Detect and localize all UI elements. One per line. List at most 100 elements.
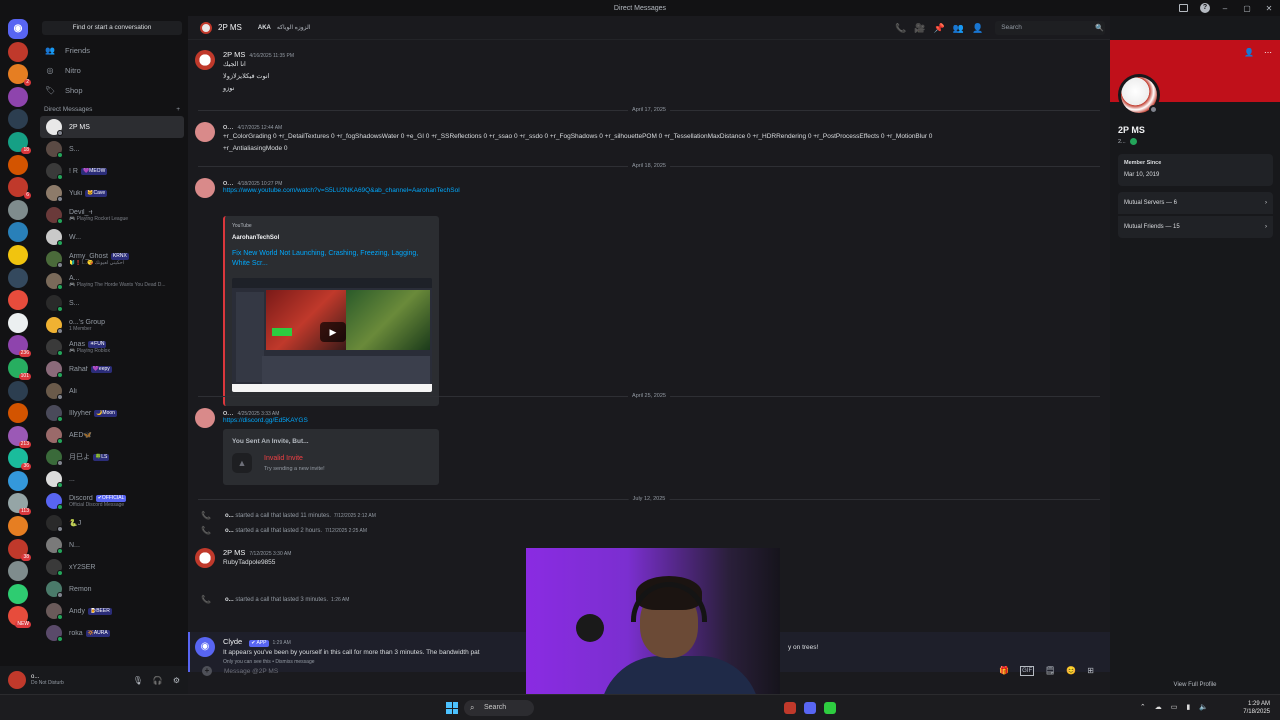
call-user[interactable]: o... bbox=[225, 528, 234, 534]
call-user[interactable]: o... bbox=[225, 513, 234, 519]
network-icon[interactable]: ▭ bbox=[1171, 703, 1178, 711]
server-icon[interactable] bbox=[8, 267, 28, 288]
video-call-icon[interactable]: 🎥 bbox=[914, 23, 925, 34]
call-user[interactable]: o... bbox=[225, 597, 234, 603]
settings-gear-icon[interactable]: ⚙ bbox=[173, 676, 180, 685]
emoji-icon[interactable]: 😊 bbox=[1066, 666, 1076, 676]
add-friends-to-dm-icon[interactable]: 👥 bbox=[953, 23, 964, 34]
server-icon[interactable] bbox=[8, 312, 28, 333]
minimize-button[interactable]: – bbox=[1214, 4, 1236, 13]
dm-item[interactable]: Anas ✳FUN 🎮 Playing Roblox bbox=[40, 336, 184, 358]
search-input[interactable]: Search bbox=[995, 21, 1106, 35]
add-friend-icon[interactable]: 👤 bbox=[1244, 48, 1254, 57]
server-icon[interactable]: 236 bbox=[8, 335, 31, 358]
message-avatar[interactable] bbox=[195, 178, 215, 198]
mutual-friends-row[interactable]: Mutual Friends — 15 › bbox=[1118, 216, 1273, 238]
headphones-icon[interactable]: 🎧 bbox=[153, 676, 163, 685]
server-icon[interactable]: 2 bbox=[8, 64, 31, 87]
server-icon[interactable] bbox=[8, 470, 28, 491]
create-dm-button[interactable]: + bbox=[176, 106, 180, 116]
message-avatar[interactable] bbox=[195, 50, 215, 70]
message-avatar[interactable] bbox=[195, 408, 215, 428]
server-icon[interactable]: 6 bbox=[8, 177, 31, 200]
server-icon[interactable]: 213 bbox=[8, 425, 31, 448]
message-author[interactable]: o... bbox=[223, 408, 233, 417]
dm-item[interactable]: Army_Ghost KRNX 🔰❗I...😘 احكيني لعيونك bbox=[40, 248, 184, 270]
embed-title[interactable]: Fix New World Not Launching, Crashing, F… bbox=[232, 249, 422, 269]
dm-item[interactable]: Yuki 🐱Cave bbox=[40, 182, 184, 204]
video-thumbnail[interactable]: ▶ bbox=[232, 278, 432, 392]
server-icon[interactable]: 36 bbox=[8, 448, 31, 471]
battery-icon[interactable]: ▮ bbox=[1186, 703, 1190, 711]
server-icon[interactable]: 18 bbox=[8, 131, 31, 154]
cloud-icon[interactable]: ☁ bbox=[1155, 703, 1162, 711]
clyde-avatar[interactable]: ◉ bbox=[195, 637, 215, 657]
dm-item[interactable]: o...'s Group 1 Member bbox=[40, 314, 184, 336]
dm-item[interactable]: 🐍J bbox=[40, 512, 184, 534]
message-author[interactable]: o... bbox=[223, 122, 233, 131]
dm-item[interactable]: xY2SER bbox=[40, 556, 184, 578]
message-author[interactable]: 2P MS bbox=[223, 548, 245, 557]
server-icon[interactable] bbox=[8, 290, 28, 311]
message-author[interactable]: o... bbox=[223, 178, 233, 187]
dm-item[interactable]: Rahaf 💜eepy bbox=[40, 358, 184, 380]
message-input[interactable]: Message @2P MS bbox=[224, 668, 278, 675]
dm-item[interactable]: N... bbox=[40, 534, 184, 556]
nav-friends[interactable]: 👥 Friends bbox=[36, 40, 188, 60]
server-icon[interactable]: 38 bbox=[8, 538, 31, 561]
server-icon[interactable] bbox=[8, 222, 28, 243]
server-icon[interactable] bbox=[8, 516, 28, 537]
chevron-up-icon[interactable]: ⌃ bbox=[1140, 703, 1146, 711]
server-icon[interactable] bbox=[8, 41, 28, 62]
message-author[interactable]: 2P MS bbox=[223, 50, 245, 59]
message-link[interactable]: https://discord.gg/Ed5KAYGS bbox=[223, 417, 308, 424]
dm-item[interactable]: W... bbox=[40, 226, 184, 248]
close-button[interactable]: ✕ bbox=[1258, 4, 1280, 13]
voice-call-icon[interactable]: 📞 bbox=[895, 23, 906, 34]
server-icon[interactable] bbox=[8, 583, 28, 604]
server-icon[interactable] bbox=[8, 403, 28, 424]
taskbar-search[interactable]: ⌕ Search bbox=[464, 700, 534, 716]
nav-nitro[interactable]: ◎ Nitro bbox=[36, 60, 188, 80]
message-author[interactable]: Clyde bbox=[223, 637, 242, 646]
server-icon[interactable] bbox=[8, 380, 28, 401]
message-avatar[interactable] bbox=[195, 122, 215, 142]
user-profile-toggle-icon[interactable]: 👤 bbox=[972, 23, 983, 34]
app-icon[interactable] bbox=[784, 702, 796, 714]
server-icon[interactable] bbox=[8, 199, 28, 220]
xbox-app-icon[interactable] bbox=[824, 702, 836, 714]
server-icon[interactable] bbox=[8, 86, 28, 107]
inbox-icon[interactable] bbox=[1179, 4, 1188, 12]
dm-item[interactable]: Devil_-ᵻ 🎮 Playing Rocket League bbox=[40, 204, 184, 226]
server-icon[interactable] bbox=[8, 561, 28, 582]
direct-messages-home-button[interactable]: ◉ bbox=[8, 19, 28, 39]
gift-icon[interactable]: 🎁 bbox=[999, 666, 1009, 676]
dm-item[interactable]: AED🦋 bbox=[40, 424, 184, 446]
maximize-button[interactable]: ▢ bbox=[1236, 4, 1258, 13]
message-avatar[interactable] bbox=[195, 548, 215, 568]
view-full-profile-link[interactable]: View Full Profile bbox=[1110, 682, 1280, 688]
user-avatar[interactable] bbox=[8, 671, 26, 689]
dm-item[interactable]: 月巳よ 🍀LS bbox=[40, 446, 184, 468]
dm-item[interactable]: Discord ✔OFFICIAL Official Discord Message bbox=[40, 490, 184, 512]
help-icon[interactable]: ? bbox=[1200, 3, 1210, 13]
dm-item[interactable]: Remon bbox=[40, 578, 184, 600]
dm-item[interactable]: ... bbox=[40, 468, 184, 490]
mutual-servers-row[interactable]: Mutual Servers — 6 › bbox=[1118, 192, 1273, 214]
gif-icon[interactable]: GIF bbox=[1020, 666, 1035, 676]
sticker-icon[interactable]: 🗒 bbox=[1045, 666, 1055, 676]
dm-item[interactable]: roka 🔆AURA bbox=[40, 622, 184, 644]
server-icon[interactable]: 113 bbox=[8, 493, 31, 516]
windows-start-icon[interactable] bbox=[446, 702, 458, 714]
dm-item[interactable]: A... 🎮 Playing The Horde Wants You Dead D… bbox=[40, 270, 184, 292]
dm-item[interactable]: S... bbox=[40, 138, 184, 160]
server-icon[interactable]: 101 bbox=[8, 357, 31, 380]
message-link[interactable]: https://www.youtube.com/watch?v=S5LU2NKA… bbox=[223, 187, 460, 194]
speaker-icon[interactable]: 🔈 bbox=[1199, 703, 1208, 711]
discord-app-icon[interactable] bbox=[804, 702, 816, 714]
server-icon[interactable]: NEW bbox=[8, 606, 31, 629]
apps-icon[interactable]: ⊞ bbox=[1087, 666, 1094, 676]
profile-avatar[interactable] bbox=[1118, 74, 1160, 116]
dm-item[interactable]: ! R 💜MEOW bbox=[40, 160, 184, 182]
attach-plus-icon[interactable]: + bbox=[202, 666, 212, 676]
